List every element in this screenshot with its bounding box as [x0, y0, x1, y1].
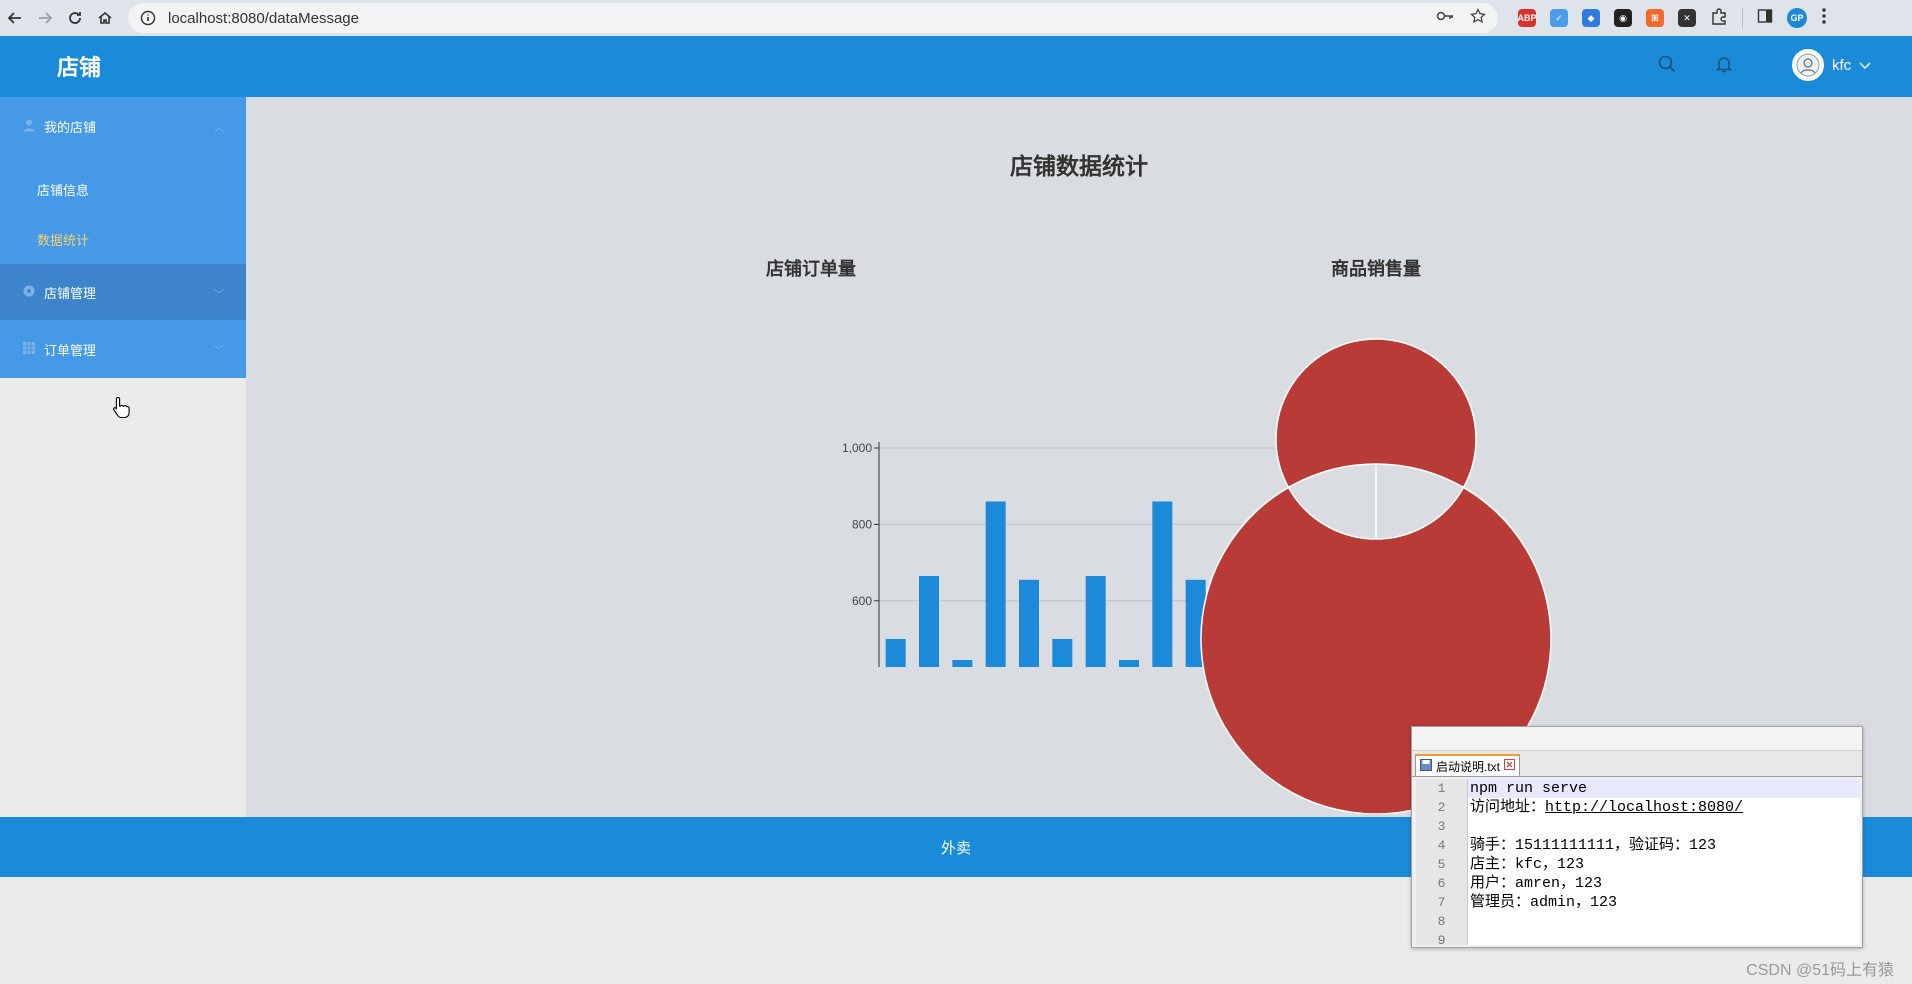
sidebar-item-shop-info[interactable]: 店铺信息: [0, 164, 246, 214]
bar: [1019, 579, 1039, 667]
avatar: [1792, 49, 1824, 81]
url-text: localhost:8080/dataMessage: [168, 9, 359, 27]
bookmark-star-icon[interactable]: [1470, 7, 1486, 28]
text-label: 访问地址：: [1470, 799, 1546, 816]
page-title: 店铺数据统计: [1010, 153, 1148, 179]
side-panel-icon[interactable]: [1757, 8, 1773, 29]
sidebar-item-shop-management[interactable]: 店铺管理 ﹀: [0, 264, 246, 320]
sidebar-item-label: 数据统计: [37, 232, 90, 248]
chevron-up-icon: ︿: [214, 123, 224, 134]
extension-icon[interactable]: ◆: [1582, 9, 1600, 27]
bar: [985, 501, 1006, 667]
username: kfc: [1832, 56, 1852, 74]
line-number: 6: [1437, 876, 1446, 891]
sidebar-item-label: 店铺管理: [44, 285, 97, 301]
footer-text: 外卖: [940, 839, 971, 857]
profile-avatar[interactable]: GP: [1787, 8, 1807, 28]
notepad-tab[interactable]: 启动说明.txt: [1415, 754, 1521, 776]
password-key-icon[interactable]: [1436, 9, 1454, 27]
text-line: [1468, 931, 1860, 950]
adblock-extension-icon[interactable]: ABP: [1518, 9, 1537, 27]
line-number: 5: [1437, 857, 1446, 872]
close-icon[interactable]: [1504, 759, 1516, 773]
sidebar-item-label: 订单管理: [44, 342, 97, 358]
site-info-icon[interactable]: [140, 10, 156, 26]
extension-icon[interactable]: ꕤ: [1646, 9, 1664, 27]
browser-menu-icon[interactable]: [1821, 7, 1827, 30]
line-number: 8: [1437, 914, 1446, 929]
line-number: 2: [1437, 800, 1446, 815]
notepad-toolbar: [1412, 727, 1862, 751]
text-line: 访问地址：http://localhost:8080/: [1468, 798, 1860, 817]
address-bar[interactable]: localhost:8080/dataMessage: [128, 3, 1498, 33]
sidebar-item-my-shop[interactable]: 我的店铺 ︿: [0, 97, 246, 155]
home-icon[interactable]: [90, 3, 120, 33]
line-number: 7: [1437, 895, 1446, 910]
bar: [885, 639, 906, 667]
extension-icon[interactable]: ✓: [1550, 9, 1568, 27]
notepad-window[interactable]: 启动说明.txt 1 2 3 4 5 6 7 8 9 npm run serve…: [1411, 726, 1863, 948]
line-number: 4: [1437, 838, 1446, 853]
sidebar: 我的店铺 ︿ 店铺信息 数据统计 店铺管理 ﹀ 订单管理 ﹀: [0, 97, 246, 817]
search-icon[interactable]: [1657, 54, 1677, 74]
hand-cursor-icon: [112, 396, 130, 423]
save-disk-icon: [1420, 758, 1432, 774]
text-line: 用户：amren，123: [1470, 875, 1603, 892]
forward-icon[interactable]: [30, 3, 60, 33]
bar: [1085, 575, 1106, 667]
line-number: 9: [1437, 933, 1446, 948]
text-line: 店主：kfc，123: [1470, 856, 1585, 873]
extensions-puzzle-icon[interactable]: [1710, 7, 1728, 30]
browser-toolbar: localhost:8080/dataMessage ABP ✓ ◆ ◉ ꕤ ✕…: [0, 0, 1912, 36]
line-number: 3: [1437, 819, 1446, 834]
sidebar-item-label: 店铺信息: [37, 182, 90, 198]
app-logo[interactable]: 店铺: [57, 50, 101, 82]
reload-icon[interactable]: [60, 3, 90, 33]
text-line: npm run serve: [1468, 779, 1860, 798]
back-icon[interactable]: [0, 3, 30, 33]
sidebar-item-order-management[interactable]: 订单管理 ﹀: [0, 320, 246, 378]
sidebar-item-label: 我的店铺: [44, 119, 97, 135]
bell-icon[interactable]: [1714, 54, 1734, 74]
y-tick-label: 600: [852, 594, 872, 608]
notepad-tab-label: 启动说明.txt: [1436, 759, 1501, 774]
notepad-text[interactable]: npm run serve 访问地址：http://localhost:8080…: [1468, 779, 1860, 945]
gear-icon: [22, 284, 36, 301]
bar-chart-title: 店铺订单量: [766, 259, 856, 279]
user-icon: [22, 118, 36, 135]
extension-icon[interactable]: ✕: [1678, 9, 1696, 27]
chevron-down-icon: [1859, 57, 1871, 74]
pie-chart-title: 商品销售量: [1331, 259, 1421, 279]
main-content: 店铺数据统计 店铺订单量 商品销售量 02004006008001,0001月3…: [246, 97, 1912, 817]
bar: [1052, 639, 1073, 667]
bar: [952, 660, 973, 667]
text-line: 骑手：15111111111，验证码：123: [1470, 837, 1717, 854]
bar: [919, 575, 939, 667]
text-line: 管理员：admin，123: [1470, 894, 1618, 911]
bar: [1119, 660, 1139, 667]
sidebar-menu: 我的店铺 ︿ 店铺信息 数据统计 店铺管理 ﹀ 订单管理 ﹀: [0, 97, 246, 378]
extension-icon[interactable]: ◉: [1614, 9, 1632, 27]
grid-icon: [22, 341, 36, 358]
user-menu[interactable]: kfc: [1792, 49, 1871, 81]
chevron-down-icon: ﹀: [214, 290, 224, 301]
y-tick-label: 800: [852, 517, 872, 531]
chevron-down-icon: ﹀: [214, 346, 224, 357]
text-line: [1468, 817, 1860, 836]
line-number-gutter: 1 2 3 4 5 6 7 8 9: [1416, 779, 1468, 948]
text-line: [1468, 912, 1860, 931]
notepad-editor[interactable]: 1 2 3 4 5 6 7 8 9 npm run serve 访问地址：htt…: [1416, 779, 1860, 948]
watermark: CSDN @51码上有猿: [1746, 962, 1894, 979]
line-number: 1: [1437, 781, 1446, 796]
url-link[interactable]: http://localhost:8080/: [1545, 799, 1743, 816]
y-tick-label: 1,000: [842, 441, 872, 455]
notepad-tab-bar: 启动说明.txt: [1412, 751, 1862, 777]
sidebar-item-data-stats[interactable]: 数据统计: [0, 214, 246, 264]
app-header: 店铺 kfc: [0, 36, 1912, 97]
